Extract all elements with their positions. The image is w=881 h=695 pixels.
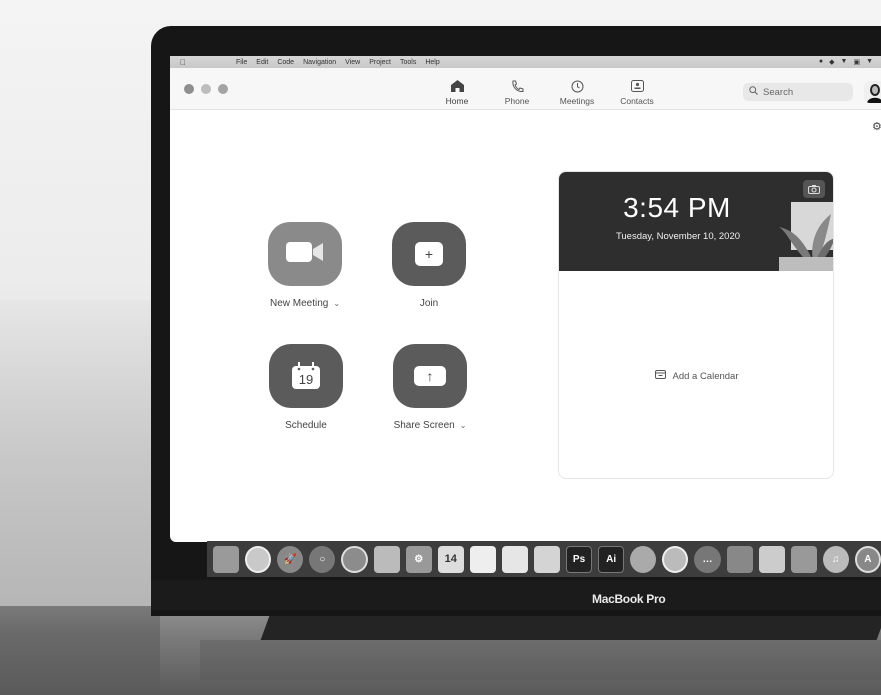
menu-navigation[interactable]: Navigation xyxy=(303,59,336,66)
tab-contacts[interactable]: Contacts xyxy=(607,78,667,106)
menubar-status-icons: ● ◆ ▼ ▣ ▼ xyxy=(819,58,873,66)
camera-icon[interactable] xyxy=(803,180,825,198)
menubar-menus: File Edit Code Navigation View Project T… xyxy=(236,59,440,66)
battery-icon[interactable]: ▣ xyxy=(853,58,860,66)
add-calendar-button[interactable]: Add a Calendar xyxy=(559,370,833,382)
clock-icon xyxy=(571,78,584,94)
messages-icon[interactable]: … xyxy=(694,545,721,573)
system-preferences-icon[interactable]: ⚙ xyxy=(405,545,432,573)
menu-project[interactable]: Project xyxy=(369,59,391,66)
share-screen-button[interactable]: ↑ xyxy=(393,344,467,408)
calendar-hero: 3:54 PM Tuesday, November 10, 2020 xyxy=(559,172,833,271)
menu-edit[interactable]: Edit xyxy=(256,59,268,66)
new-meeting-button[interactable] xyxy=(268,222,342,286)
laptop-screen:  File Edit Code Navigation View Project… xyxy=(170,56,881,542)
safari-icon[interactable] xyxy=(341,545,368,573)
app-store-icon[interactable]: A xyxy=(854,545,881,573)
chrome-icon[interactable]: ○ xyxy=(309,545,336,573)
maximize-window-button[interactable] xyxy=(218,84,228,94)
search-placeholder: Search xyxy=(763,86,794,98)
current-date: Tuesday, November 10, 2020 xyxy=(615,231,741,242)
add-calendar-label: Add a Calendar xyxy=(672,370,739,382)
chevron-down-icon[interactable]: ⌄ xyxy=(333,299,340,308)
status-icon[interactable]: ● xyxy=(819,58,823,66)
tab-meetings[interactable]: Meetings xyxy=(547,78,607,106)
mail-icon[interactable] xyxy=(533,545,560,573)
photos-icon[interactable] xyxy=(662,545,689,573)
share-screen-label: Share Screen xyxy=(393,420,455,431)
reminders-icon[interactable] xyxy=(501,545,528,573)
join-action[interactable]: + Join xyxy=(374,222,484,309)
schedule-button[interactable]: 19 xyxy=(269,344,343,408)
window-controls xyxy=(184,84,228,94)
tab-phone-label: Phone xyxy=(504,96,530,106)
menu-help[interactable]: Help xyxy=(425,59,439,66)
mac-dock: 🚀 ○ ⚙ 14 Ps Ai … ♫ A xyxy=(207,541,881,577)
new-meeting-action[interactable]: New Meeting ⌄ xyxy=(250,222,360,309)
tab-phone[interactable]: Phone xyxy=(487,78,547,106)
music-icon[interactable]: ♫ xyxy=(822,545,849,573)
menu-file[interactable]: File xyxy=(236,59,247,66)
calendar-icon: 19 xyxy=(291,362,321,390)
tab-home[interactable]: Home xyxy=(427,78,487,106)
laptop-chin xyxy=(151,580,881,610)
wifi-icon[interactable]: ▼ xyxy=(841,58,848,66)
laptop-key-reflection xyxy=(200,640,881,680)
calendar-day: 19 xyxy=(298,372,314,387)
menu-view[interactable]: View xyxy=(345,59,360,66)
laptop-brand-label: MacBook Pro xyxy=(592,592,666,606)
new-meeting-label: New Meeting xyxy=(269,298,329,309)
main-nav: Home Phone Meetings Contacts xyxy=(427,78,667,106)
tab-home-label: Home xyxy=(445,96,469,106)
user-avatar[interactable] xyxy=(864,81,881,103)
close-window-button[interactable] xyxy=(184,84,194,94)
preview-icon[interactable] xyxy=(373,545,400,573)
share-screen-action[interactable]: ↑ Share Screen ⌄ xyxy=(375,344,485,431)
menu-tools[interactable]: Tools xyxy=(400,59,416,66)
chevron-down-icon[interactable]: ⌄ xyxy=(460,421,467,430)
finder-icon[interactable] xyxy=(213,545,240,573)
status-icon[interactable]: ◆ xyxy=(829,58,834,66)
search-input[interactable]: Search xyxy=(743,83,853,101)
tab-contacts-label: Contacts xyxy=(620,96,654,106)
illustrator-icon[interactable]: Ai xyxy=(598,545,625,573)
app-titlebar: Home Phone Meetings Contacts Search xyxy=(170,68,881,110)
calendar-add-icon xyxy=(655,370,667,382)
search-icon xyxy=(749,86,758,98)
current-time: 3:54 PM xyxy=(623,192,731,223)
menu-code[interactable]: Code xyxy=(277,59,294,66)
calendar-card: 3:54 PM Tuesday, November 10, 2020 Add a… xyxy=(558,171,834,479)
plus-icon: + xyxy=(415,242,443,266)
facetime-icon[interactable] xyxy=(726,545,753,573)
join-label: Join xyxy=(419,298,439,309)
photoshop-icon[interactable]: Ps xyxy=(565,545,593,573)
mac-menubar:  File Edit Code Navigation View Project… xyxy=(170,56,881,68)
news-icon[interactable] xyxy=(758,545,785,573)
launchpad-icon[interactable]: 🚀 xyxy=(277,545,304,573)
join-button[interactable]: + xyxy=(392,222,466,286)
settings-gear-icon[interactable]: ⚙ xyxy=(872,120,881,133)
mojave-icon[interactable] xyxy=(245,545,272,573)
volume-icon[interactable]: ▼ xyxy=(866,58,873,66)
calendar-app-icon[interactable]: 14 xyxy=(437,545,464,573)
numbers-icon[interactable] xyxy=(790,545,817,573)
tab-meetings-label: Meetings xyxy=(559,96,595,106)
notes-icon[interactable] xyxy=(469,545,496,573)
apple-logo-icon[interactable]:  xyxy=(180,58,188,67)
app-hexagon-icon[interactable] xyxy=(630,545,657,573)
home-icon xyxy=(450,78,464,94)
upload-arrow-icon: ↑ xyxy=(414,366,446,386)
background-wall xyxy=(0,300,160,610)
phone-icon xyxy=(511,78,524,94)
contacts-icon xyxy=(630,78,644,94)
video-camera-icon xyxy=(286,241,324,268)
schedule-action[interactable]: 19 Schedule xyxy=(251,344,361,431)
schedule-label: Schedule xyxy=(285,420,327,431)
minimize-window-button[interactable] xyxy=(201,84,211,94)
